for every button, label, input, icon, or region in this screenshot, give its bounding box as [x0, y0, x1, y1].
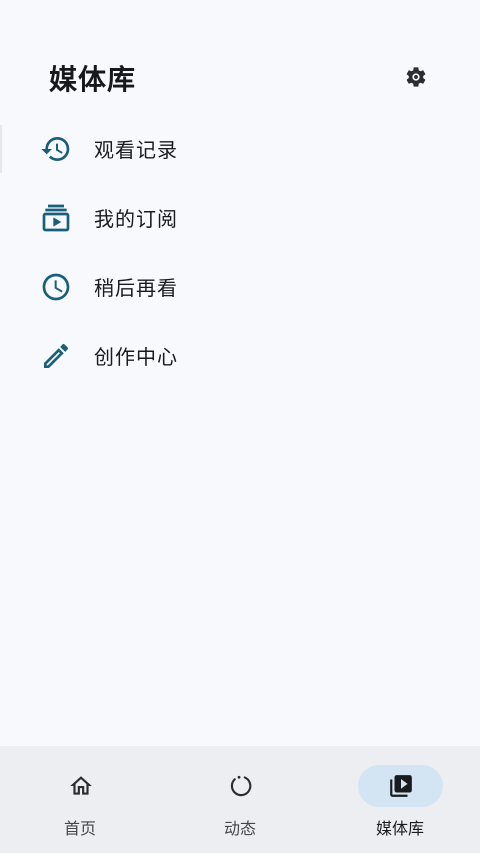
video-library-icon — [389, 775, 412, 797]
menu-item-subscriptions[interactable]: 我的订阅 — [0, 183, 480, 252]
library-menu: 观看记录 我的订阅 稍后再看 创作中心 — [0, 114, 480, 390]
menu-item-label: 稍后再看 — [94, 276, 178, 300]
nav-icon-container — [198, 765, 283, 807]
menu-item-watch-history[interactable]: 观看记录 — [0, 114, 480, 183]
nav-label: 媒体库 — [375, 819, 424, 838]
nav-item-library[interactable]: 媒体库 — [320, 746, 480, 853]
menu-item-label: 我的订阅 — [94, 207, 178, 231]
menu-item-label: 创作中心 — [94, 345, 178, 369]
header: 媒体库 — [0, 0, 480, 120]
history-icon — [40, 133, 72, 165]
bottom-navigation-bar: 首页 动态 媒体库 — [0, 746, 480, 853]
nav-active-indicator — [358, 765, 443, 807]
gear-icon — [406, 67, 426, 87]
nav-label: 首页 — [63, 819, 96, 838]
nav-item-dynamics[interactable]: 动态 — [160, 746, 320, 853]
menu-item-creator-center[interactable]: 创作中心 — [0, 321, 480, 390]
nav-label: 动态 — [223, 819, 256, 838]
refresh-circle-icon — [230, 775, 251, 797]
nav-item-home[interactable]: 首页 — [0, 746, 160, 853]
nav-icon-container — [38, 765, 123, 807]
page-title: 媒体库 — [49, 63, 137, 96]
menu-item-watch-later[interactable]: 稍后再看 — [0, 252, 480, 321]
settings-button[interactable] — [398, 59, 434, 95]
menu-item-label: 观看记录 — [94, 138, 178, 162]
home-icon — [69, 776, 92, 795]
clock-icon — [40, 271, 72, 303]
pencil-icon — [40, 340, 72, 372]
subscriptions-icon — [40, 202, 72, 234]
